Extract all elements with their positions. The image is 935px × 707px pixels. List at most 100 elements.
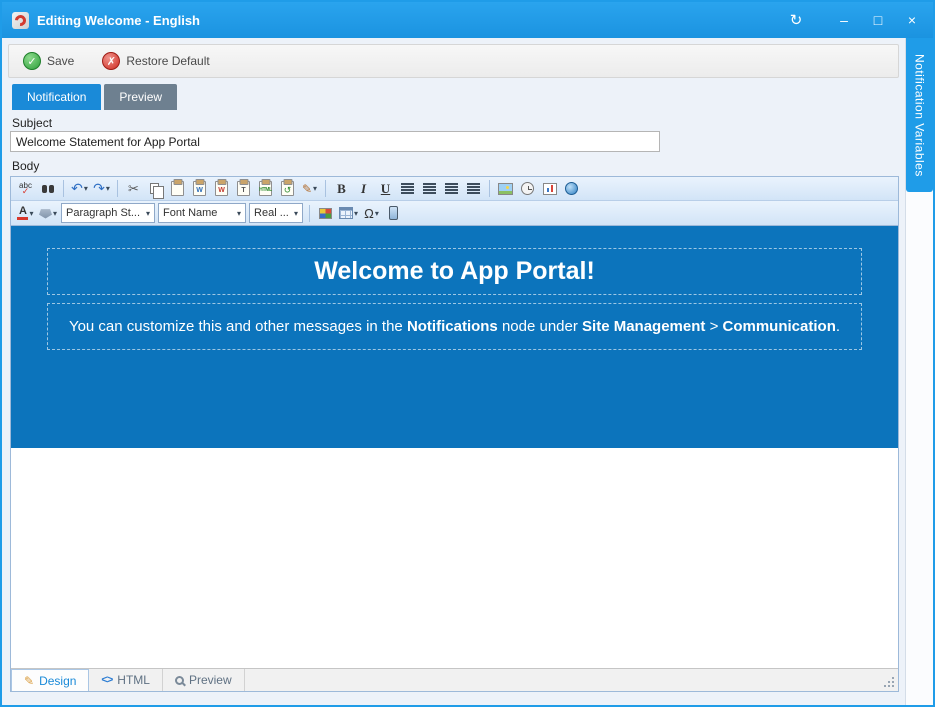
- font-color-icon: A: [17, 206, 28, 220]
- align-left-button[interactable]: [397, 179, 418, 199]
- message-heading-region[interactable]: Welcome to App Portal!: [47, 248, 862, 295]
- word-letter: W: [196, 186, 203, 195]
- app-logo-icon: [12, 12, 29, 29]
- preview-label: Preview: [189, 673, 232, 687]
- restore-default-button[interactable]: ✗ Restore Default: [102, 52, 209, 70]
- align-center-button[interactable]: [419, 179, 440, 199]
- separator: [489, 180, 490, 197]
- maximize-button[interactable]: □: [867, 10, 889, 30]
- subject-input[interactable]: [10, 131, 660, 152]
- table-icon: [339, 207, 353, 219]
- paste-word-strip-icon: W: [215, 181, 228, 196]
- chevron-down-icon: ▾: [29, 209, 33, 218]
- tab-notification[interactable]: Notification: [12, 84, 101, 110]
- insert-image-button[interactable]: [495, 179, 516, 199]
- align-center-icon: [423, 183, 436, 194]
- justify-icon: [467, 183, 480, 194]
- paste-special-icon: ↺: [281, 181, 294, 196]
- find-replace-button[interactable]: [37, 179, 58, 199]
- tab-html[interactable]: <> HTML: [89, 669, 163, 691]
- font-name-select[interactable]: Font Name ▾: [158, 203, 246, 223]
- resize-grip[interactable]: [884, 677, 895, 688]
- hyperlink-button[interactable]: [561, 179, 582, 199]
- insert-table-button[interactable]: ▾: [337, 203, 360, 223]
- bold-button[interactable]: B: [331, 179, 352, 199]
- close-button[interactable]: ×: [901, 10, 923, 30]
- html-letters: HTML: [259, 186, 272, 195]
- paragraph-text: >: [705, 318, 722, 335]
- paragraph-text: node under: [498, 318, 582, 335]
- editor-toolbar-row-2: A ▾ ▾ Paragraph St... ▾ Font Name ▾: [11, 201, 898, 226]
- paste-button[interactable]: [167, 179, 188, 199]
- redo-button[interactable]: ↷ ▾: [91, 179, 112, 199]
- text-letter: T: [241, 186, 245, 195]
- align-right-button[interactable]: [441, 179, 462, 199]
- paragraph-style-select[interactable]: Paragraph St... ▾: [61, 203, 155, 223]
- color-palette-button[interactable]: [315, 203, 336, 223]
- restore-x-icon: ✗: [102, 52, 120, 70]
- insert-media-button[interactable]: [539, 179, 560, 199]
- message-paragraph-region[interactable]: You can customize this and other message…: [47, 303, 862, 350]
- history-button[interactable]: [517, 179, 538, 199]
- format-painter-icon: ✎: [302, 182, 312, 196]
- insert-symbol-button[interactable]: Ω ▾: [361, 203, 382, 223]
- paragraph-text: You can customize this and other message…: [69, 318, 407, 335]
- paste-from-word-button[interactable]: W: [189, 179, 210, 199]
- paste-plain-text-button[interactable]: T: [233, 179, 254, 199]
- font-size-select[interactable]: Real ... ▾: [249, 203, 303, 223]
- paste-as-html-button[interactable]: HTML: [255, 179, 276, 199]
- italic-button[interactable]: I: [353, 179, 374, 199]
- paint-bucket-icon: [39, 208, 52, 219]
- globe-icon: [565, 182, 578, 195]
- undo-button[interactable]: ↶ ▾: [69, 179, 90, 199]
- notification-variables-tab[interactable]: Notification Variables: [906, 38, 933, 192]
- chevron-down-icon: ▾: [294, 209, 298, 218]
- code-icon: <>: [101, 674, 112, 686]
- restore-label: Restore Default: [126, 54, 209, 68]
- justify-button[interactable]: [463, 179, 484, 199]
- separator: [309, 205, 310, 222]
- chevron-down-icon: ▾: [375, 209, 379, 218]
- tab-strip: Notification Preview: [12, 84, 180, 110]
- tab-design[interactable]: ✎ Design: [11, 669, 89, 691]
- refresh-icon[interactable]: ↻: [785, 10, 807, 30]
- paste-icon: [171, 181, 184, 196]
- paragraph-bold: Site Management: [582, 318, 705, 335]
- tab-editor-preview[interactable]: Preview: [163, 669, 245, 691]
- command-toolbar: ✓ Save ✗ Restore Default: [8, 44, 899, 78]
- paragraph-bold: Communication: [723, 318, 836, 335]
- spellcheck-button[interactable]: abc ✓: [15, 179, 36, 199]
- font-color-button[interactable]: A ▾: [15, 203, 36, 223]
- background-color-button[interactable]: ▾: [37, 203, 59, 223]
- format-stripper-button[interactable]: ✎ ▾: [299, 179, 320, 199]
- chevron-down-icon: ▾: [146, 209, 150, 218]
- chevron-down-icon: ▾: [313, 184, 317, 193]
- rich-text-editor: abc ✓ ↶ ▾ ↷ ▾ ✂: [10, 176, 899, 692]
- separator: [117, 180, 118, 197]
- cut-button[interactable]: ✂: [123, 179, 144, 199]
- editor-mode-bar: ✎ Design <> HTML Preview: [11, 668, 898, 691]
- redo-icon: ↷: [93, 180, 105, 197]
- device-icon: [389, 206, 398, 220]
- chart-icon: [543, 183, 557, 195]
- omega-icon: Ω: [364, 206, 374, 221]
- separator: [325, 180, 326, 197]
- paste-special-button[interactable]: ↺: [277, 179, 298, 199]
- binoculars-icon: [42, 185, 47, 193]
- copy-button[interactable]: [145, 179, 166, 199]
- insert-snippet-button[interactable]: [383, 203, 404, 223]
- message-blue-background: Welcome to App Portal! You can customize…: [11, 226, 898, 448]
- save-label: Save: [47, 54, 74, 68]
- chevron-down-icon: ▾: [53, 209, 57, 218]
- underline-button[interactable]: U: [375, 179, 396, 199]
- pencil-icon: ✎: [24, 674, 34, 688]
- font-color-bar: [17, 217, 28, 220]
- notification-variables-label: Notification Variables: [913, 54, 927, 177]
- paste-word-strip-font-button[interactable]: W: [211, 179, 232, 199]
- main-area: ✓ Save ✗ Restore Default Notification Pr…: [2, 38, 905, 705]
- minimize-button[interactable]: –: [833, 10, 855, 30]
- save-button[interactable]: ✓ Save: [23, 52, 74, 70]
- editor-canvas[interactable]: Welcome to App Portal! You can customize…: [11, 226, 898, 668]
- palette-icon: [319, 208, 332, 219]
- tab-preview[interactable]: Preview: [104, 84, 177, 110]
